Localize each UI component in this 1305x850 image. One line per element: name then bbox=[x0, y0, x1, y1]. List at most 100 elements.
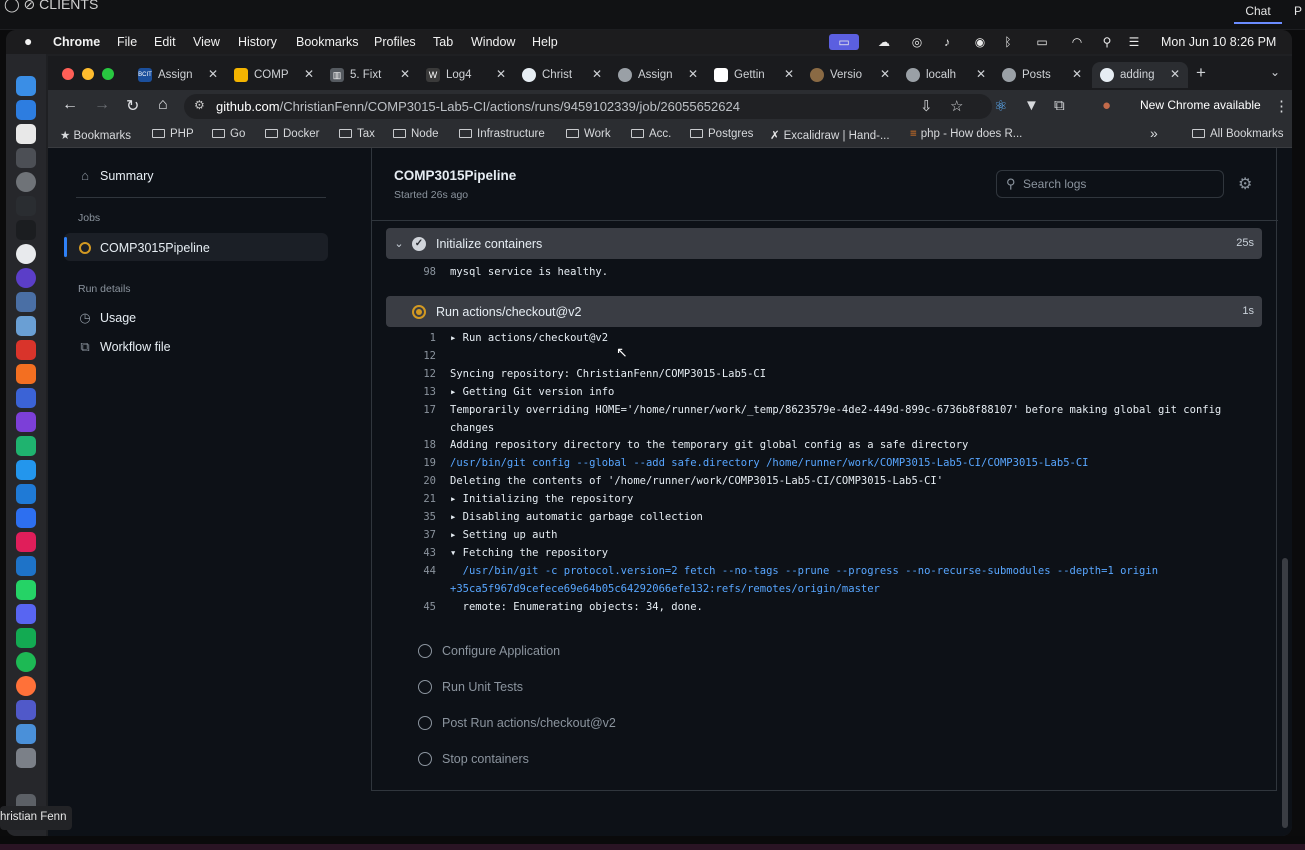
battery-icon[interactable]: ▭ bbox=[1029, 34, 1055, 50]
chrome-menu-icon[interactable]: ⋮ bbox=[1274, 97, 1289, 115]
docker-icon[interactable] bbox=[16, 460, 36, 480]
preview-icon[interactable] bbox=[16, 724, 36, 744]
menu-profiles[interactable]: Profiles bbox=[374, 35, 416, 49]
tab-posts[interactable]: Posts ✕ bbox=[994, 62, 1090, 88]
search-logs-input[interactable] bbox=[1023, 174, 1213, 194]
bookmark-folder-work[interactable]: Work bbox=[566, 128, 611, 140]
log-line-number[interactable]: 21 bbox=[386, 493, 436, 505]
tab-close-icon[interactable]: ✕ bbox=[400, 67, 410, 81]
sidebar-summary[interactable]: ⌂ Summary bbox=[78, 168, 153, 183]
redis-icon[interactable] bbox=[16, 340, 36, 360]
new-chrome-available-button[interactable]: New Chrome available bbox=[1140, 98, 1261, 112]
forward-button[interactable]: → bbox=[94, 96, 110, 114]
browser-icon[interactable] bbox=[16, 268, 36, 288]
bookmark-bookmarks[interactable]: ★ Bookmarks bbox=[60, 128, 131, 142]
tab-comp[interactable]: COMP ✕ bbox=[226, 62, 322, 88]
log-line-number[interactable]: 37 bbox=[386, 529, 436, 541]
menu-chrome[interactable]: Chrome bbox=[53, 35, 100, 49]
bookmark-folder-tax[interactable]: Tax bbox=[339, 128, 375, 140]
goland-icon[interactable] bbox=[16, 388, 36, 408]
apple-menu-icon[interactable]: ● bbox=[24, 33, 32, 49]
firefox-icon[interactable] bbox=[16, 676, 36, 696]
tab-close-icon[interactable]: ✕ bbox=[1170, 67, 1180, 81]
menu-bookmarks[interactable]: Bookmarks bbox=[296, 35, 359, 49]
tab-log4j[interactable]: W Log4 ✕ bbox=[418, 62, 514, 88]
log-line-number[interactable]: 18 bbox=[386, 439, 436, 451]
control-center-icon[interactable]: ☰ bbox=[1125, 34, 1143, 50]
extra-tab[interactable]: P bbox=[1294, 4, 1302, 18]
log-line-number[interactable]: 35 bbox=[386, 511, 436, 523]
profile-avatar[interactable]: ● bbox=[1102, 97, 1111, 114]
menu-bar-clock[interactable]: Mon Jun 10 8:26 PM bbox=[1161, 35, 1276, 49]
menu-window[interactable]: Window bbox=[471, 35, 515, 49]
screen-share-icon[interactable]: ▭ bbox=[829, 34, 859, 50]
tab-getting[interactable]: Gettin ✕ bbox=[706, 62, 802, 88]
log-line-number[interactable]: 45 bbox=[386, 601, 436, 613]
volume-icon[interactable]: ♪ bbox=[938, 34, 956, 50]
tab-close-icon[interactable]: ✕ bbox=[784, 67, 794, 81]
postgres-icon[interactable] bbox=[16, 316, 36, 336]
mail-icon[interactable] bbox=[16, 100, 36, 120]
bookmark-php-how[interactable]: ≡ php - How does R... bbox=[910, 128, 1022, 140]
all-bookmarks-button[interactable]: All Bookmarks bbox=[1192, 128, 1284, 140]
user-icon[interactable]: ◉ bbox=[971, 34, 989, 50]
database-icon[interactable] bbox=[16, 292, 36, 312]
tab-localhost[interactable]: localh ✕ bbox=[898, 62, 994, 88]
menu-tab[interactable]: Tab bbox=[433, 35, 453, 49]
vscode-icon[interactable] bbox=[16, 484, 36, 504]
whatsapp-icon[interactable] bbox=[16, 580, 36, 600]
extensions-icon[interactable]: ⧉ bbox=[1054, 97, 1065, 114]
focus-icon[interactable]: ◎ bbox=[908, 34, 926, 50]
app-icon[interactable] bbox=[16, 148, 36, 168]
react-devtools-icon[interactable]: ⚛ bbox=[994, 97, 1007, 115]
disk-utility-icon[interactable] bbox=[16, 748, 36, 768]
vue-extension-icon[interactable]: ▼ bbox=[1024, 97, 1039, 114]
minimize-window-button[interactable] bbox=[82, 68, 94, 80]
tab-assign-2[interactable]: Assign ✕ bbox=[610, 62, 706, 88]
zoom-window-button[interactable] bbox=[102, 68, 114, 80]
bookmark-folder-acc[interactable]: Acc. bbox=[631, 128, 671, 140]
step-run-unit-tests[interactable]: Run Unit Tests bbox=[418, 680, 523, 694]
tab-christian[interactable]: Christ ✕ bbox=[514, 62, 610, 88]
bookmark-excalidraw[interactable]: ✗ Excalidraw | Hand-... bbox=[770, 128, 890, 142]
site-info-icon[interactable]: ⚙ bbox=[194, 98, 205, 112]
chrome-icon[interactable] bbox=[16, 244, 36, 264]
weather-icon[interactable]: ☁ bbox=[875, 34, 893, 50]
log-line-number[interactable]: 12 bbox=[386, 368, 436, 380]
step-post-run-checkout[interactable]: Post Run actions/checkout@v2 bbox=[418, 716, 616, 730]
menu-edit[interactable]: Edit bbox=[154, 35, 176, 49]
tab-close-icon[interactable]: ✕ bbox=[976, 67, 986, 81]
mongodb-icon[interactable] bbox=[16, 628, 36, 648]
step-run-checkout[interactable]: Run actions/checkout@v2 1s bbox=[386, 296, 1262, 327]
tab-close-icon[interactable]: ✕ bbox=[880, 67, 890, 81]
home-button[interactable]: ⌂ bbox=[158, 96, 168, 114]
finder-icon[interactable] bbox=[16, 76, 36, 96]
tab-close-icon[interactable]: ✕ bbox=[1072, 67, 1082, 81]
address-bar[interactable]: ⚙ github.com/ChristianFenn/COMP3015-Lab5… bbox=[184, 94, 992, 119]
bookmark-folder-go[interactable]: Go bbox=[212, 128, 245, 140]
step-configure-application[interactable]: Configure Application bbox=[418, 644, 560, 658]
bookmark-star-icon[interactable]: ☆ bbox=[950, 97, 963, 115]
tab-version[interactable]: Versio ✕ bbox=[802, 62, 898, 88]
sidebar-usage[interactable]: ◷ Usage bbox=[78, 310, 136, 326]
search-logs-field[interactable]: ⚲ bbox=[996, 170, 1224, 198]
spotify-icon[interactable] bbox=[16, 652, 36, 672]
log-line-number[interactable]: 13 bbox=[386, 386, 436, 398]
tab-close-icon[interactable]: ✕ bbox=[496, 67, 506, 81]
reload-button[interactable]: ↻ bbox=[126, 96, 139, 116]
log-line-number[interactable]: 17 bbox=[386, 404, 436, 416]
bookmark-folder-node[interactable]: Node bbox=[393, 128, 439, 140]
menu-file[interactable]: File bbox=[117, 35, 137, 49]
bookmark-folder-docker[interactable]: Docker bbox=[265, 128, 319, 140]
settings-icon[interactable] bbox=[16, 172, 36, 192]
log-line-number[interactable]: 12 bbox=[386, 350, 436, 362]
bookmarks-overflow-button[interactable]: » bbox=[1150, 125, 1158, 141]
tab-close-icon[interactable]: ✕ bbox=[592, 67, 602, 81]
gear-icon[interactable]: ⚙ bbox=[1238, 174, 1252, 194]
spotlight-search-icon[interactable]: ⚲ bbox=[1098, 34, 1116, 50]
webstorm-icon[interactable] bbox=[16, 436, 36, 456]
bookmark-folder-infrastructure[interactable]: Infrastructure bbox=[459, 128, 545, 140]
bookmark-folder-php[interactable]: PHP bbox=[152, 128, 194, 140]
tab-close-icon[interactable]: ✕ bbox=[208, 67, 218, 81]
tab-adding-active[interactable]: adding ✕ bbox=[1092, 62, 1188, 88]
